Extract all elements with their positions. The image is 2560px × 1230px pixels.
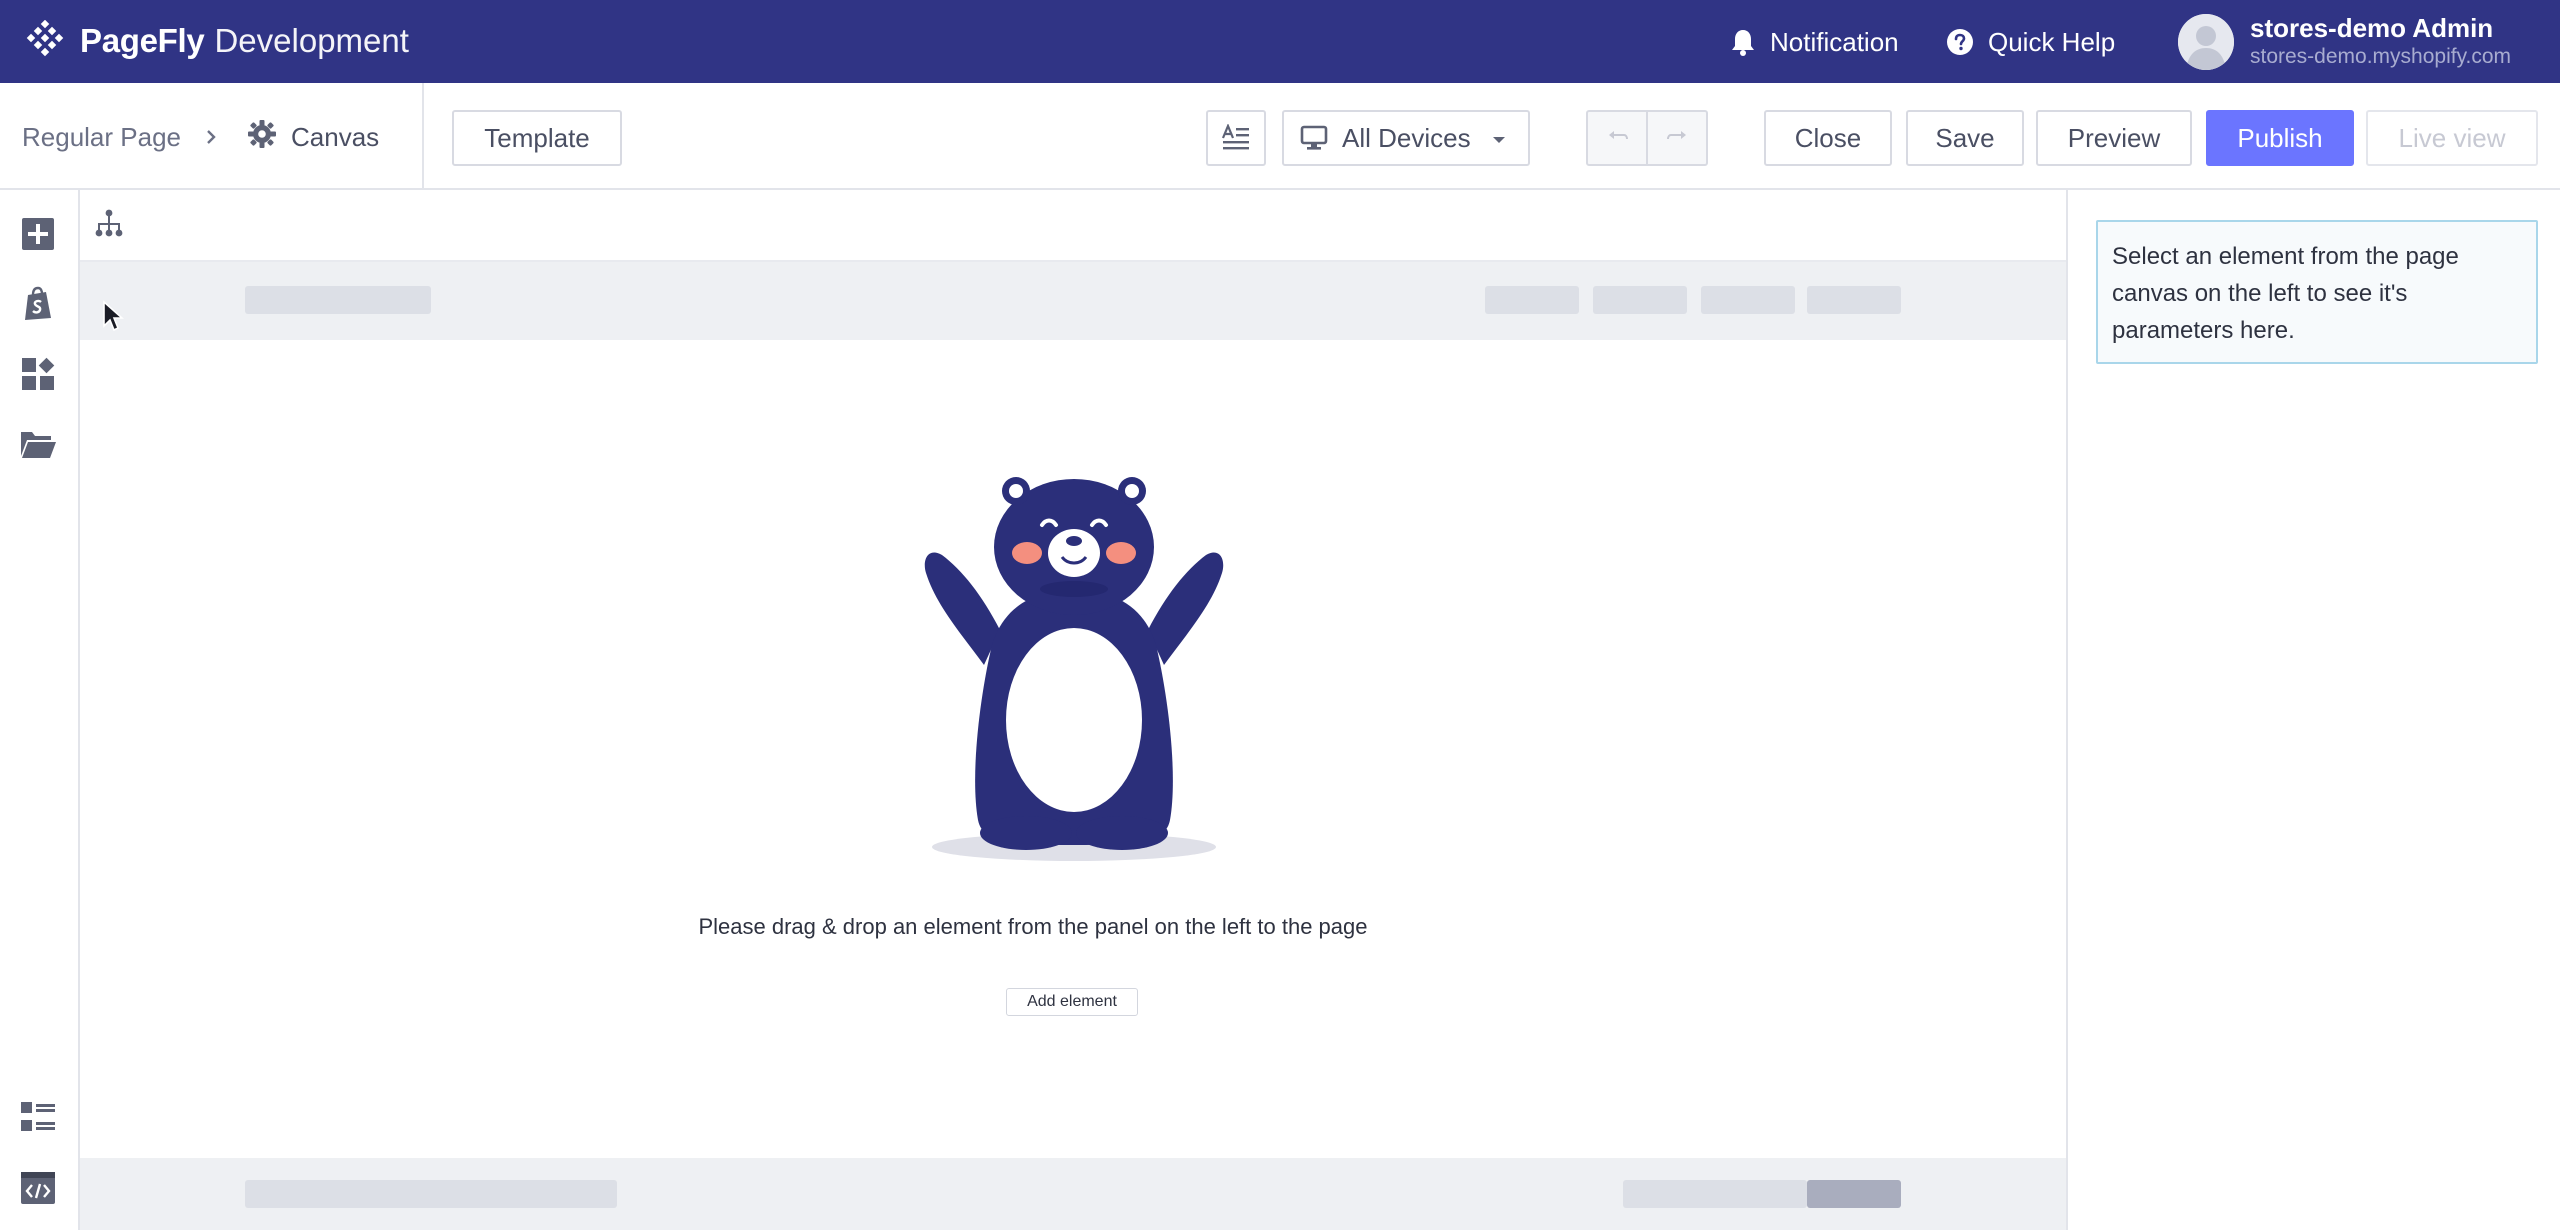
bear-mascot-illustration [924, 477, 1224, 861]
bell-icon [1732, 30, 1754, 56]
brand-subtitle: Development [214, 22, 409, 59]
skeleton-logo [245, 286, 431, 314]
brand[interactable]: PageFly Development [24, 18, 409, 64]
skeleton-nav-1 [1485, 286, 1579, 314]
skeleton-nav-3 [1701, 286, 1795, 314]
page-canvas[interactable]: Please drag & drop an element from the p… [80, 190, 2066, 1230]
left-sidebar [0, 190, 80, 1230]
sitemap-icon[interactable] [94, 208, 124, 240]
user-name: stores-demo Admin [2250, 13, 2494, 43]
mouse-cursor-icon [103, 300, 124, 332]
redo-button[interactable] [1646, 110, 1708, 166]
notification-label: Notification [1770, 26, 1899, 57]
user-menu[interactable]: stores-demo Admin stores-demo.myshopify.… [2178, 10, 2511, 74]
undo-button[interactable] [1586, 110, 1648, 166]
pagefly-logo-icon [26, 20, 64, 57]
layers-list-icon[interactable] [18, 1098, 58, 1138]
code-icon[interactable] [18, 1168, 58, 1208]
monitor-icon [1300, 125, 1328, 150]
save-button[interactable]: Save [1906, 110, 2024, 166]
skeleton-footer-bar [1623, 1180, 1807, 1208]
chevron-right-icon [205, 122, 217, 153]
caret-down-icon [1493, 137, 1505, 143]
user-avatar-icon [2178, 14, 2234, 70]
shopify-icon[interactable] [18, 284, 58, 324]
skeleton-footer-active [1807, 1180, 1901, 1208]
breadcrumb-canvas: Canvas [291, 121, 380, 152]
quick-help-button[interactable]: Quick Help [1946, 22, 2115, 62]
avatar [2178, 14, 2234, 70]
quick-help-label: Quick Help [1988, 26, 2116, 57]
redo-icon [1667, 131, 1686, 140]
mock-page-header [80, 262, 2066, 340]
close-button[interactable]: Close [1764, 110, 1892, 166]
brand-name: PageFly [80, 22, 205, 59]
notification-button[interactable]: Notification [1730, 22, 1899, 62]
breadcrumb: Regular Page Canvas [22, 117, 379, 157]
device-select-value: All Devices [1342, 122, 1471, 153]
undo-icon [1608, 131, 1628, 140]
widgets-icon[interactable] [18, 354, 58, 394]
template-button[interactable]: Template [452, 110, 622, 166]
skeleton-footer-text [245, 1180, 617, 1208]
breadcrumb-regular-page[interactable]: Regular Page [22, 122, 181, 153]
text-format-button[interactable] [1206, 110, 1266, 166]
top-nav-bar: PageFly Development Notification Quick H… [0, 0, 2560, 83]
preview-button[interactable]: Preview [2036, 110, 2192, 166]
skeleton-nav-4 [1807, 286, 1901, 314]
properties-panel: Select an element from the page canvas o… [2066, 190, 2560, 1230]
user-store-url: stores-demo.myshopify.com [2250, 45, 2512, 68]
canvas-toolbar [80, 190, 2066, 262]
publish-button[interactable]: Publish [2206, 110, 2354, 166]
toolbar-divider [422, 83, 424, 190]
gear-icon[interactable] [247, 119, 277, 156]
skeleton-nav-2 [1593, 286, 1687, 314]
live-view-button[interactable]: Live view [2366, 110, 2538, 166]
mock-page-footer [80, 1158, 2066, 1230]
question-circle-icon [1947, 29, 1973, 55]
properties-hint: Select an element from the page canvas o… [2096, 220, 2538, 364]
folder-icon[interactable] [18, 424, 58, 464]
empty-canvas-message: Please drag & drop an element from the p… [698, 914, 1368, 939]
text-align-icon [1221, 124, 1249, 150]
add-element-button[interactable]: Add element [1006, 988, 1138, 1016]
add-element-icon[interactable] [18, 214, 58, 254]
device-select[interactable]: All Devices [1282, 110, 1530, 166]
editor-toolbar: Regular Page Canvas Template All Devices… [0, 83, 2560, 190]
